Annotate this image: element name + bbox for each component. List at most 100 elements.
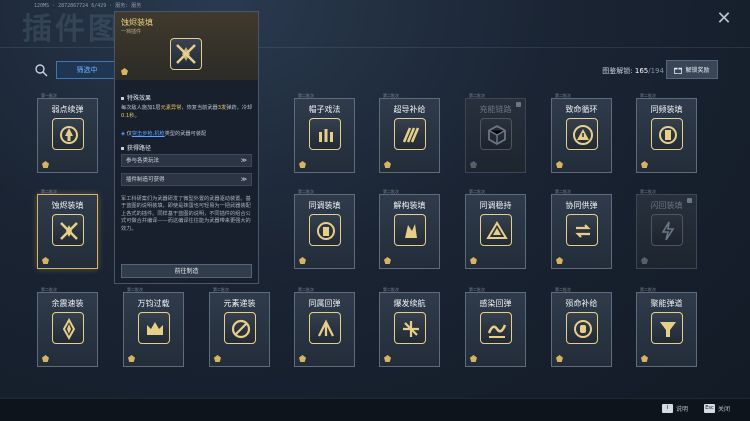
effect-title: 特殊效果 <box>121 93 151 102</box>
cube-icon <box>480 118 512 150</box>
pentagon-icon <box>42 161 49 168</box>
unlock-reward-button[interactable]: 解锁奖励 <box>666 60 718 79</box>
double-chevron-right-icon: ≫ <box>240 157 247 164</box>
plugin-name: 同属回弹 <box>308 299 341 308</box>
batch-tag: 第二批次 <box>383 189 399 194</box>
pentagon-icon <box>42 257 49 264</box>
plugin-card[interactable]: 第二批次解构装填 <box>379 189 440 269</box>
help-key: I <box>661 404 673 413</box>
plugin-name: 帽子戏法 <box>308 105 341 114</box>
plugin-card[interactable]: 第二批次帽子戏法 <box>294 93 355 173</box>
plugin-name: 蚀烬装填 <box>51 201 84 210</box>
plugin-card[interactable]: 第二批次同调装填 <box>294 189 355 269</box>
unlock-reward-label: 解锁奖励 <box>685 67 710 74</box>
plugin-card[interactable]: 第二批次 超导补给 <box>379 93 440 173</box>
batch-tag: 第二批次 <box>298 189 314 194</box>
plugin-card[interactable]: 第二批次 爆发续航 <box>379 287 440 367</box>
effect-text: 每次敌人施加1层元素异常，恢复当前武器3发弹药，冷却0.1秒。 <box>121 105 253 119</box>
wave-icon <box>480 312 512 344</box>
plugin-card[interactable]: 第二批次 聚能弹道 <box>636 287 697 367</box>
plugin-card[interactable]: 第二批次同属回弹 <box>294 287 355 367</box>
sync-icon <box>651 118 683 150</box>
plugin-name: 解构装填 <box>393 201 426 210</box>
arrows-icon <box>309 312 341 344</box>
header-divider <box>0 47 750 48</box>
plugin-name: 万钧过载 <box>137 299 170 308</box>
plugin-name: 殒命补给 <box>565 299 598 308</box>
plugin-name: 元素递装 <box>223 299 256 308</box>
pentagon-icon <box>128 355 135 362</box>
double-chevron-right-icon: ≫ <box>240 176 247 183</box>
plugin-card[interactable]: 第二批次 余震速装 <box>37 287 98 367</box>
plugin-card[interactable]: 第二批次蚀烬装填 <box>37 189 98 269</box>
esc-key: Esc <box>703 404 715 413</box>
route-item-gameplay[interactable]: 参与各类玩法 ≫ <box>121 154 252 167</box>
pentagon-icon <box>214 355 221 362</box>
pentagon-icon <box>299 161 306 168</box>
close-label: 关闭 <box>717 406 730 413</box>
pentagon-icon <box>556 355 563 362</box>
pentagon-icon <box>121 68 128 75</box>
spike-icon <box>52 312 84 344</box>
plugin-card[interactable]: 第二批次 万钧过载 <box>123 287 184 367</box>
plugin-name: 同调装填 <box>308 201 341 210</box>
pentagon-icon <box>556 161 563 168</box>
batch-tag: 第二批次 <box>298 287 314 292</box>
batch-tag: 第二批次 <box>640 93 656 98</box>
progress-value: 165 <box>634 67 649 75</box>
plugin-name: 同调稳持 <box>479 201 512 210</box>
plugin-description: 军工科研案们为武器研发了微型外置的武器驱动装置。基于蓝图的说明装填，即使是抹蛋也… <box>121 196 251 232</box>
goto-crafting-button[interactable]: 前往制造 <box>121 264 252 278</box>
pentagon-icon <box>641 161 648 168</box>
session-id-text: 120MS · 2872867724 6/429 · 服务: 服务 <box>34 3 142 9</box>
progress-total: /194 <box>648 67 664 75</box>
plugin-card[interactable]: 第二批次 同频装填 <box>636 93 697 173</box>
target-icon <box>309 214 341 246</box>
close-hint[interactable]: Esc 关闭 <box>703 404 730 413</box>
pentagon-icon <box>641 355 648 362</box>
plugin-card[interactable]: 第二批次元素递装 <box>209 287 270 367</box>
gift-icon <box>674 67 683 74</box>
pentagon-icon <box>470 161 477 168</box>
lock-icon <box>516 102 521 107</box>
batch-tag: 第二批次 <box>555 287 571 292</box>
pentagon-icon <box>384 161 391 168</box>
lock-icon <box>687 198 692 203</box>
pentagon-icon <box>470 257 477 264</box>
plugin-name: 爆发续航 <box>393 299 426 308</box>
no-sign-icon <box>224 312 256 344</box>
plugin-name: 聚能弹道 <box>650 299 683 308</box>
funnel-icon <box>651 312 683 344</box>
close-icon[interactable]: ✕ <box>714 9 734 29</box>
flash-icon <box>651 214 683 246</box>
plugin-card[interactable]: 第一批次 弱点续弹 <box>37 93 98 173</box>
shatter-icon <box>394 214 426 246</box>
crossed-swords-icon <box>170 38 202 70</box>
warning-icon <box>566 118 598 150</box>
plugin-card[interactable]: 第二批次殒命补给 <box>551 287 612 367</box>
plugin-card[interactable]: 第二批次 闪回装填 <box>636 189 697 269</box>
pentagon-icon <box>641 257 648 264</box>
batch-tag: 第二批次 <box>298 93 314 98</box>
route-title: 获得路径 <box>121 143 151 152</box>
help-hint[interactable]: I 说明 <box>661 404 688 413</box>
swap-icon <box>566 214 598 246</box>
filter-button[interactable]: 筛选中 <box>56 61 118 79</box>
plugin-card[interactable]: 第二批次 协同供弹 <box>551 189 612 269</box>
pentagon-icon <box>384 257 391 264</box>
plugin-card[interactable]: 第二批次 致命循环 <box>551 93 612 173</box>
batch-tag: 第一批次 <box>41 93 57 98</box>
plugin-detail-panel: 蚀烬装填 一档插件 特殊效果 每次敌人施加1层元素异常，恢复当前武器3发弹药，冷… <box>114 11 259 284</box>
plugin-card[interactable]: 第二批次 同调稳持 <box>465 189 526 269</box>
pentagon-icon <box>470 355 477 362</box>
crown-icon <box>138 312 170 344</box>
plugin-card[interactable]: 第二批次 充能链路 <box>465 93 526 173</box>
batch-tag: 第二批次 <box>383 93 399 98</box>
search-icon[interactable] <box>34 63 48 77</box>
plugin-card[interactable]: 第二批次 感染回弹 <box>465 287 526 367</box>
batch-tag: 第二批次 <box>41 189 57 194</box>
weakpoint-icon <box>52 118 84 150</box>
panel-header: 蚀烬装填 一档插件 <box>115 12 258 80</box>
route-item-crafting[interactable]: 插件制造可获得 ≫ <box>121 173 252 186</box>
batch-tag: 第二批次 <box>213 287 229 292</box>
